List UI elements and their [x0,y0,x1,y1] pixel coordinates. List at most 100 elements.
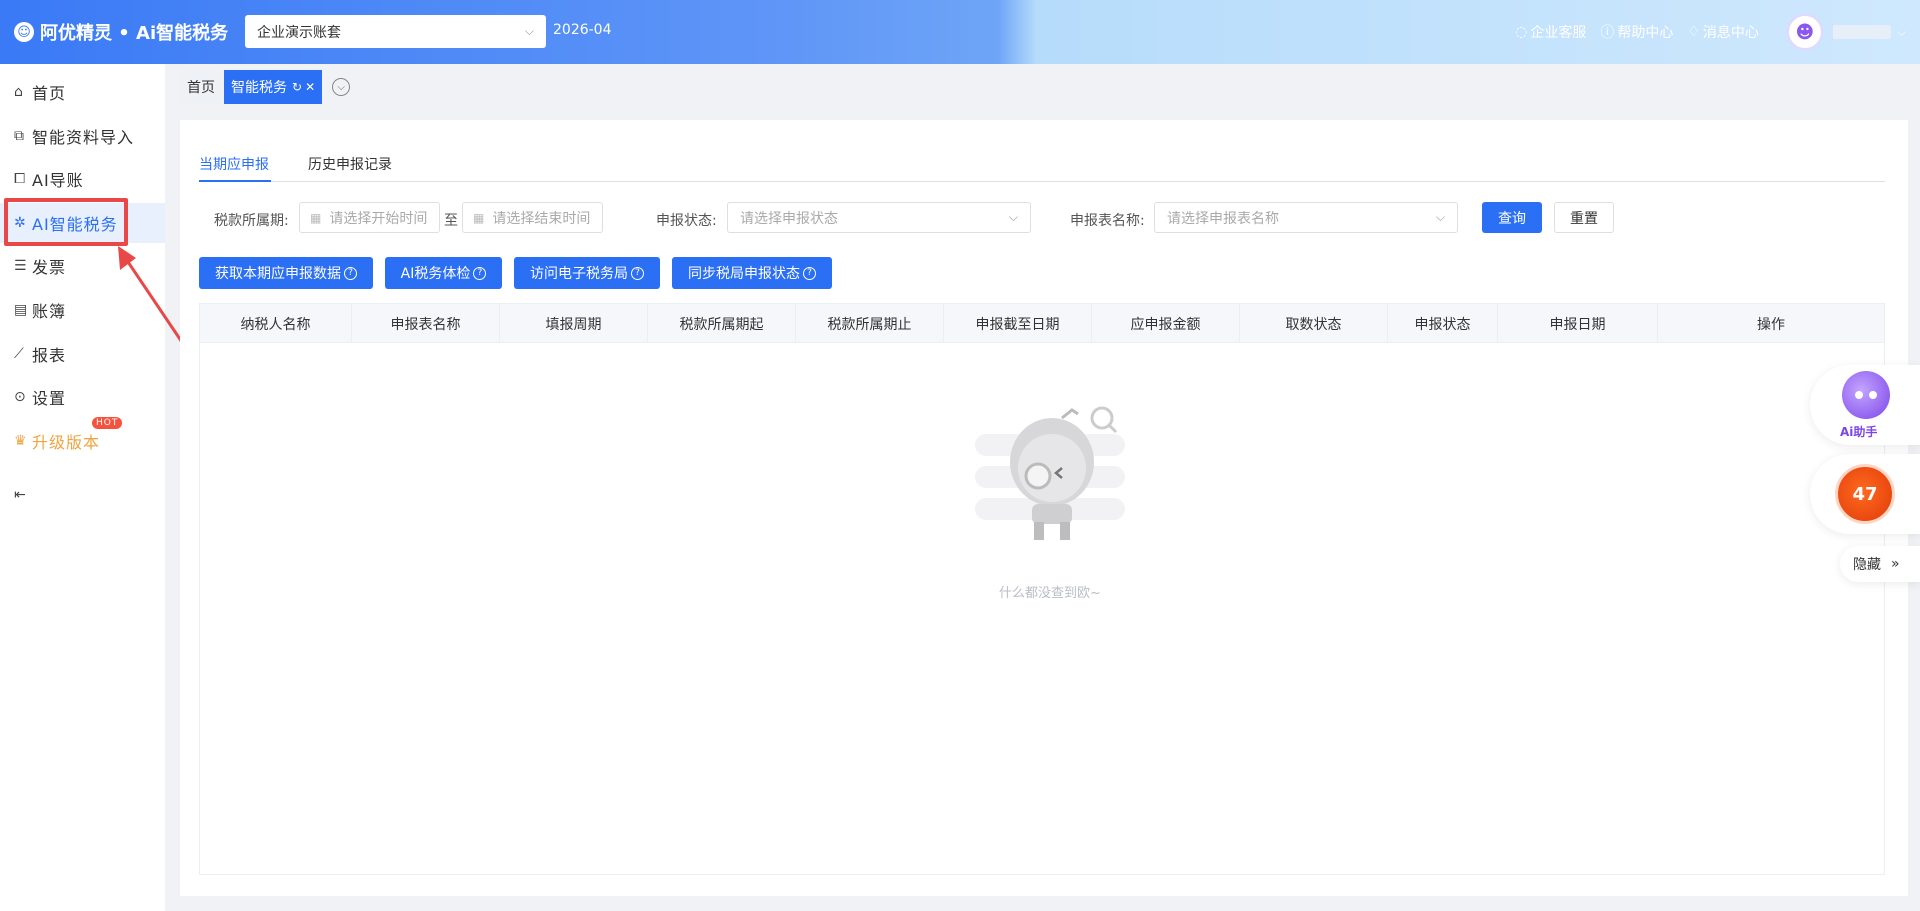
start-date-placeholder: 请选择开始时间 [329,210,428,227]
ledger-icon: ▤ [14,302,29,318]
sidebar-item-label: 首页 [32,84,67,103]
hot-badge: HOT [92,417,123,429]
sidebar-item-label: 升级版本 [32,433,101,452]
customer-service-label: 企业客服 [1530,25,1587,41]
ai-assistant-button[interactable]: Ai助手 [1810,365,1920,445]
chevron-down-icon: ⌵ [1435,210,1445,224]
task-count-widget[interactable]: 47 [1810,454,1920,534]
status-filter-label: 申报状态: [656,213,717,229]
status-select-placeholder: 请选择申报状态 [740,210,838,227]
count-badge: 47 [1835,464,1895,524]
refresh-icon[interactable]: ↻ [292,80,302,94]
logo-text: 阿优精灵 • Ai智能税务 [40,23,229,44]
sidebar-item-upgrade[interactable]: ♛ 升级版本 HOT [0,417,165,461]
empty-state: 什么都没查到欧~ [970,404,1130,601]
sidebar-item-home[interactable]: ⌂ 首页 [0,72,165,112]
question-icon: ⓘ [1600,25,1615,41]
table-header: 纳税人名称 申报表名称 填报周期 税款所属期起 税款所属期止 申报截至日期 应申… [200,304,1884,343]
logout-button[interactable]: ⇤ [0,475,165,515]
empty-text: 什么都没查到欧~ [999,586,1101,601]
bell-icon: ♢ [1687,24,1700,40]
tab-label: 智能税务 [231,80,287,96]
column-header: 税款所属期止 [796,304,944,343]
ai-tax-check-label: AI税务体检 [400,266,471,282]
column-header: 申报截至日期 [944,304,1092,343]
hide-button[interactable]: 隐藏 » [1840,546,1920,582]
home-icon: ⌂ [14,84,24,100]
main-card: 当期应申报 历史申报记录 税款所属期: ▦ 请选择开始时间 至 ▦ 请选择结束时… [180,120,1908,896]
question-icon: ? [473,266,487,280]
account-select[interactable]: 企业演示账套 ⌵ [245,15,546,48]
sync-status-button[interactable]: 同步税局申报状态 ? [672,257,832,289]
query-button[interactable]: 查询 [1482,202,1542,233]
username-redacted[interactable] [1832,25,1891,39]
avatar[interactable]: ☻ [1786,14,1823,50]
column-header: 填报周期 [500,304,648,343]
column-header: 申报状态 [1388,304,1498,343]
sidebar-item-label: AI导账 [32,171,84,190]
sidebar-item-label: 报表 [32,346,67,365]
chevron-down-icon[interactable]: ⌵ [1897,25,1906,40]
column-header: 税款所属期起 [648,304,796,343]
close-icon[interactable]: ✕ [305,80,315,94]
column-header: 取数状态 [1240,304,1388,343]
help-center-link[interactable]: ⓘ 帮助中心 [1600,22,1673,42]
question-icon: ? [344,266,357,280]
calendar-icon: ▦ [310,210,322,225]
start-date-input[interactable]: ▦ 请选择开始时间 [299,202,440,233]
to-label: 至 [444,213,458,229]
sidebar-item-import[interactable]: ⧉ 智能资料导入 [0,116,165,156]
logout-icon: ⇤ [14,487,27,503]
tab-home[interactable]: 首页 [180,70,222,104]
subtabs: 当期应申报 历史申报记录 [199,154,1885,182]
reset-button[interactable]: 重置 [1554,202,1614,233]
sidebar-item-label: 账簿 [32,302,67,321]
visit-e-tax-bureau-label: 访问电子税务局 [530,266,628,282]
end-date-input[interactable]: ▦ 请选择结束时间 [462,202,603,233]
column-header: 操作 [1757,316,1785,333]
import-icon: ⧉ [14,128,25,144]
calendar-icon: ▦ [473,210,485,225]
ai-assistant-label: Ai助手 [1840,425,1878,439]
chevron-down-icon: ⌵ [524,24,534,38]
double-chevron-right-icon: » [1891,556,1900,572]
visit-e-tax-bureau-button[interactable]: 访问电子税务局 ? [514,257,660,289]
period-label[interactable]: 2026-04 [553,22,612,38]
empty-illustration [975,406,1125,540]
account-select-value: 企业演示账套 [257,24,341,41]
question-icon: ? [803,266,816,280]
form-select-placeholder: 请选择申报表名称 [1167,210,1279,227]
customer-service-link[interactable]: ◌ 企业客服 [1515,22,1586,42]
hide-label: 隐藏 [1853,557,1881,573]
logo[interactable]: ☺ 阿优精灵 • Ai智能税务 [14,0,228,64]
tabs-more-icon[interactable]: ⌵ [332,78,351,96]
subtab-history[interactable]: 历史申报记录 [308,154,392,182]
sidebar-item-label: 智能资料导入 [32,128,135,147]
end-date-placeholder: 请选择结束时间 [492,210,591,227]
sidebar-item-label: 发票 [32,258,67,277]
column-header: 纳税人名称 [200,304,352,343]
form-filter-label: 申报表名称: [1070,213,1145,229]
tab-smart-tax[interactable]: 智能税务 ↻ ✕ [224,70,323,104]
sidebar-item-label: 设置 [32,389,67,408]
column-header: 申报表名称 [352,304,500,343]
subtab-current[interactable]: 当期应申报 [199,154,271,182]
chat-icon: ◌ [1515,24,1528,40]
declaration-table: 纳税人名称 申报表名称 填报周期 税款所属期起 税款所属期止 申报截至日期 应申… [199,303,1885,875]
header-links: ◌ 企业客服 ⓘ 帮助中心 ♢ 消息中心 ☻ ⌵ [1515,0,1920,64]
message-center-link[interactable]: ♢ 消息中心 [1687,22,1759,42]
ai-tax-check-button[interactable]: AI税务体检 ? [385,257,502,289]
tab-label: 首页 [187,80,215,96]
sidebar-item-ai-transfer[interactable]: ⧠ AI导账 [0,159,165,199]
column-header: 应申报金额 [1092,304,1240,343]
status-select[interactable]: 请选择申报状态 ⌵ [727,202,1031,233]
invoice-icon: ☰ [14,258,28,274]
sidebar-item-settings[interactable]: ⊙ 设置 [0,377,165,417]
fetch-declaration-button[interactable]: 获取本期应申报数据 ? [199,257,373,289]
transfer-icon: ⧠ [14,171,27,187]
form-select[interactable]: 请选择申报表名称 ⌵ [1154,202,1458,233]
chevron-down-icon: ⌵ [1008,210,1018,224]
sync-status-label: 同步税局申报状态 [688,266,800,282]
page-tabs: 首页 智能税务 ↻ ✕ ⌵ [180,70,351,104]
message-center-label: 消息中心 [1702,25,1759,41]
